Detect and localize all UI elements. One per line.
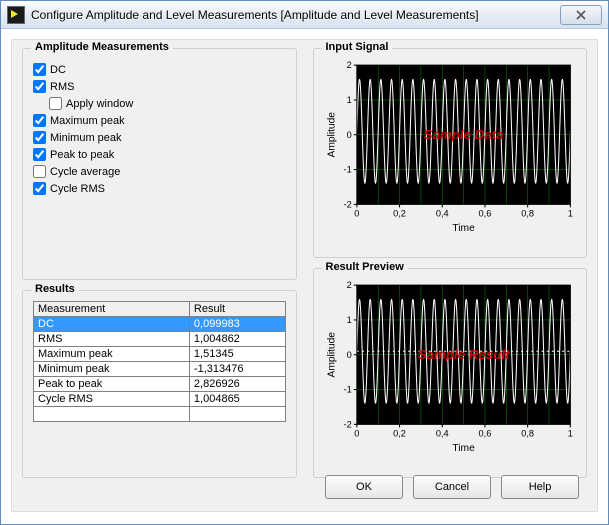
measurement-option: RMS: [33, 80, 286, 93]
svg-text:0: 0: [354, 429, 359, 439]
svg-text:0,8: 0,8: [521, 209, 534, 219]
measurement-label: RMS: [50, 81, 74, 93]
svg-text:1: 1: [567, 209, 572, 219]
svg-text:0: 0: [354, 209, 359, 219]
svg-text:0,2: 0,2: [393, 209, 406, 219]
svg-text:1: 1: [346, 95, 351, 105]
col-measurement[interactable]: Measurement: [34, 302, 190, 317]
group-legend: Input Signal: [322, 41, 393, 53]
svg-text:1: 1: [346, 315, 351, 325]
group-legend: Amplitude Measurements: [31, 41, 173, 53]
cell-result: [189, 407, 285, 422]
cell-result: 1,004865: [189, 392, 285, 407]
input-signal-group: Input Signal Sample Data-2-101200,20,40,…: [313, 48, 588, 258]
group-legend: Results: [31, 283, 79, 295]
svg-text:0: 0: [346, 130, 351, 140]
group-legend: Result Preview: [322, 261, 408, 273]
x-axis-label: Time: [452, 443, 475, 453]
measurement-checkbox[interactable]: [33, 131, 46, 144]
result-preview-plot: Sample Result -2 -1 0 1 2 0 0,2 0,4 0,6 0,8 1 Time Am…: [324, 279, 577, 453]
titlebar: Configure Amplitude and Level Measuremen…: [1, 1, 608, 29]
results-group: Results Measurement Result DC0,099983RMS…: [22, 290, 297, 478]
svg-text:-2: -2: [343, 419, 351, 429]
svg-text:-1: -1: [343, 385, 351, 395]
svg-text:0: 0: [346, 350, 351, 360]
table-row[interactable]: [34, 407, 286, 422]
measurement-checkbox[interactable]: [33, 165, 46, 178]
x-axis-label: Time: [452, 223, 475, 233]
window-title: Configure Amplitude and Level Measuremen…: [31, 8, 560, 22]
measurement-label: Cycle average: [50, 166, 120, 178]
plot-overlay-text: Sample Result: [417, 347, 509, 362]
y-axis-label: Amplitude: [326, 332, 337, 378]
svg-text:2: 2: [346, 60, 351, 70]
cell-measurement: Peak to peak: [34, 377, 190, 392]
left-column: Amplitude Measurements DCRMSApply window…: [22, 48, 297, 478]
cell-measurement: Minimum peak: [34, 362, 190, 377]
svg-text:-2: -2: [343, 199, 351, 209]
cell-measurement: RMS: [34, 332, 190, 347]
col-result[interactable]: Result: [189, 302, 285, 317]
app-icon: [7, 6, 25, 24]
y-axis-label: Amplitude: [326, 112, 337, 158]
table-row[interactable]: Peak to peak2,826926: [34, 377, 286, 392]
right-column: Input Signal Sample Data-2-101200,20,40,…: [313, 48, 588, 478]
measurement-label: Peak to peak: [50, 149, 114, 161]
measurement-option: Minimum peak: [33, 131, 286, 144]
cell-measurement: Cycle RMS: [34, 392, 190, 407]
measurement-option: Maximum peak: [33, 114, 286, 127]
button-row: OK Cancel Help: [325, 475, 579, 499]
cell-measurement: Maximum peak: [34, 347, 190, 362]
table-row[interactable]: Maximum peak1,51345: [34, 347, 286, 362]
svg-text:0,6: 0,6: [478, 429, 491, 439]
input-signal-plot: Sample Data -2 -1 0 1 2 0 0,2 0,4 0,6 0,8 1 Time Ampl…: [324, 59, 577, 233]
dialog-window: Configure Amplitude and Level Measuremen…: [0, 0, 609, 525]
svg-text:1: 1: [567, 429, 572, 439]
measurement-checkbox[interactable]: [33, 182, 46, 195]
amplitude-measurements-group: Amplitude Measurements DCRMSApply window…: [22, 48, 297, 280]
dialog-content: Amplitude Measurements DCRMSApply window…: [11, 39, 598, 512]
close-button[interactable]: [560, 5, 602, 25]
results-table[interactable]: Measurement Result DC0,099983RMS1,004862…: [33, 301, 286, 422]
measurement-option: Peak to peak: [33, 148, 286, 161]
cancel-button[interactable]: Cancel: [413, 475, 491, 499]
measurement-checkbox[interactable]: [33, 80, 46, 93]
measurement-option: Cycle RMS: [33, 182, 286, 195]
svg-text:0,4: 0,4: [435, 429, 448, 439]
cell-measurement: DC: [34, 317, 190, 332]
measurement-option: Apply window: [49, 97, 286, 110]
cell-result: 2,826926: [189, 377, 285, 392]
measurement-label: Cycle RMS: [50, 183, 105, 195]
svg-text:2: 2: [346, 280, 351, 290]
svg-text:0,6: 0,6: [478, 209, 491, 219]
table-row[interactable]: RMS1,004862: [34, 332, 286, 347]
table-row[interactable]: DC0,099983: [34, 317, 286, 332]
svg-text:0,4: 0,4: [435, 209, 448, 219]
plot-overlay-text: Sample Data: [423, 127, 504, 142]
ok-button[interactable]: OK: [325, 475, 403, 499]
table-row[interactable]: Cycle RMS1,004865: [34, 392, 286, 407]
cell-result: 1,51345: [189, 347, 285, 362]
measurement-label: Minimum peak: [50, 132, 122, 144]
measurement-label: Apply window: [66, 98, 133, 110]
result-preview-group: Result Preview Sample Result-2-101200,20…: [313, 268, 588, 478]
table-row[interactable]: Minimum peak-1,313476: [34, 362, 286, 377]
measurement-checkbox[interactable]: [33, 63, 46, 76]
measurement-option: Cycle average: [33, 165, 286, 178]
measurement-label: Maximum peak: [50, 115, 125, 127]
measurement-option: DC: [33, 63, 286, 76]
cell-result: 0,099983: [189, 317, 285, 332]
measurement-checkbox[interactable]: [49, 97, 62, 110]
cell-measurement: [34, 407, 190, 422]
measurement-checkbox[interactable]: [33, 114, 46, 127]
svg-text:0,8: 0,8: [521, 429, 534, 439]
cell-result: 1,004862: [189, 332, 285, 347]
measurement-label: DC: [50, 64, 66, 76]
cell-result: -1,313476: [189, 362, 285, 377]
svg-text:0,2: 0,2: [393, 429, 406, 439]
measurement-checkbox[interactable]: [33, 148, 46, 161]
svg-text:-1: -1: [343, 165, 351, 175]
help-button[interactable]: Help: [501, 475, 579, 499]
